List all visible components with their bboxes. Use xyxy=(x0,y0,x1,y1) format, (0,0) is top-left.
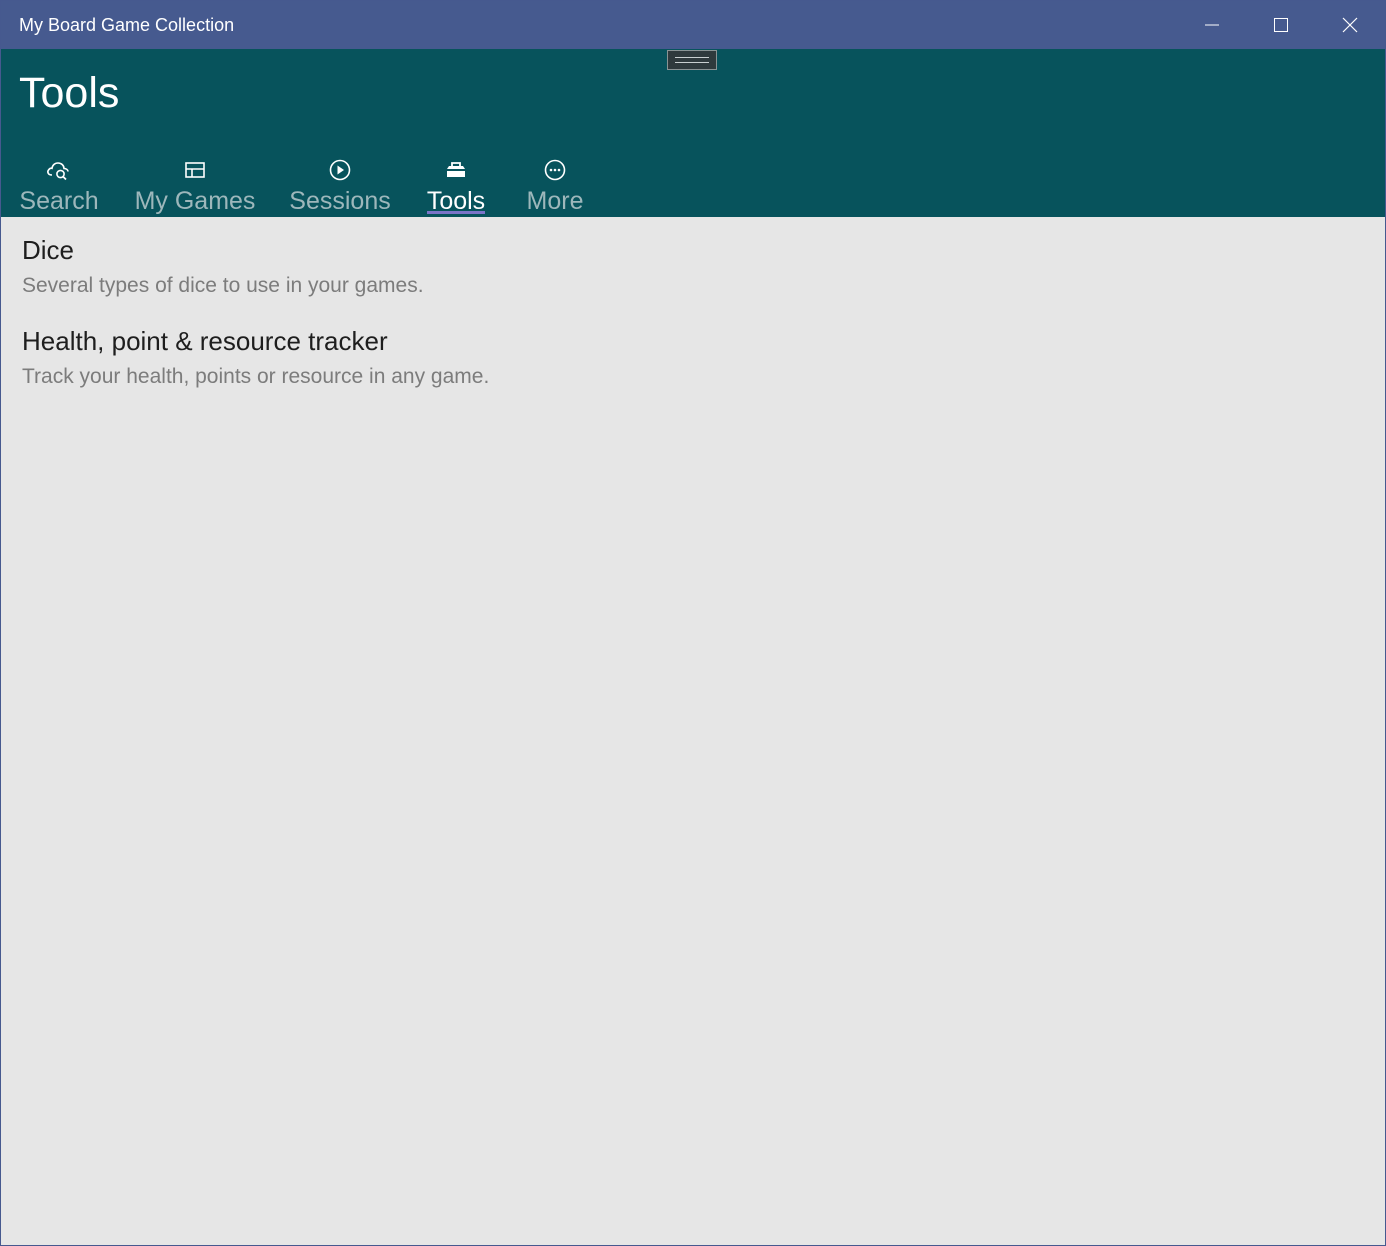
page-header: Tools Search My Games Sessions Tools Mor… xyxy=(1,49,1385,217)
tab-label: Search xyxy=(19,187,99,215)
close-button[interactable] xyxy=(1315,1,1384,49)
tab-label: More xyxy=(526,187,584,215)
tab-sessions[interactable]: Sessions xyxy=(289,153,391,217)
tab-label: Sessions xyxy=(289,187,391,215)
table-icon xyxy=(182,157,208,183)
minimize-icon xyxy=(1204,17,1220,33)
tab-my-games[interactable]: My Games xyxy=(134,153,256,217)
tool-description: Track your health, points or resource in… xyxy=(22,365,490,388)
title-bar[interactable]: My Board Game Collection xyxy=(1,1,1385,49)
minimize-button[interactable] xyxy=(1177,1,1246,49)
tab-tools[interactable]: Tools xyxy=(427,153,485,217)
tab-active-indicator xyxy=(427,211,485,214)
tool-item-dice[interactable]: Dice Several types of dice to use in you… xyxy=(22,235,424,298)
page-title: Tools xyxy=(19,69,120,117)
drag-handle[interactable] xyxy=(667,50,717,70)
more-circle-icon xyxy=(542,157,568,183)
tool-description: Several types of dice to use in your gam… xyxy=(22,274,424,297)
tool-title: Dice xyxy=(22,235,75,265)
tab-more[interactable]: More xyxy=(525,153,585,217)
maximize-icon xyxy=(1273,17,1289,33)
cloud-search-icon xyxy=(46,157,72,183)
tab-bar: Search My Games Sessions Tools More xyxy=(1,153,1385,217)
drag-handle-grip-icon xyxy=(675,57,709,63)
tab-search[interactable]: Search xyxy=(19,153,99,217)
tab-label: My Games xyxy=(134,187,256,215)
close-icon xyxy=(1342,17,1358,33)
maximize-button[interactable] xyxy=(1246,1,1315,49)
play-circle-icon xyxy=(327,157,353,183)
tool-item-tracker[interactable]: Health, point & resource tracker Track y… xyxy=(22,326,489,389)
toolbox-icon xyxy=(443,157,469,183)
tool-title: Health, point & resource tracker xyxy=(22,326,388,356)
window-title: My Board Game Collection xyxy=(19,15,235,35)
app-window: My Board Game Collection Tools Search My… xyxy=(0,0,1386,1246)
